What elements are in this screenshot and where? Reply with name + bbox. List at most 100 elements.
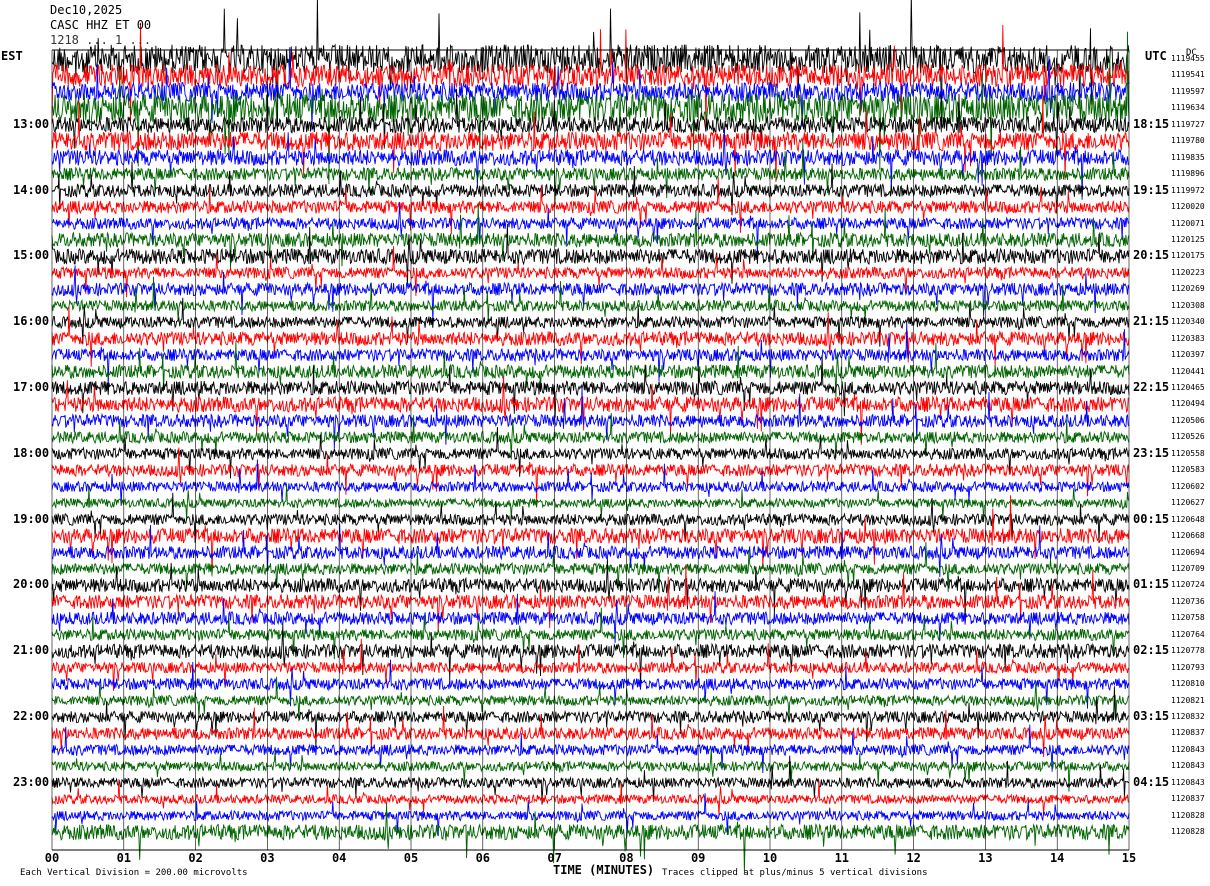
y-tick-left-9: 22:00 [13, 709, 50, 723]
dc-offset-40: 1120832 [1171, 712, 1205, 721]
dc-offset-6: 1119835 [1171, 152, 1205, 162]
trace-row-29 [51, 495, 1130, 577]
x-tick-03: 03 [260, 851, 275, 865]
dc-offset-32: 1120724 [1171, 580, 1205, 590]
dc-offset-41: 1120837 [1171, 728, 1205, 738]
x-tick-01: 01 [116, 851, 132, 865]
y-tick-left-0: 13:00 [13, 116, 50, 131]
dc-offset-21: 1120494 [1171, 399, 1205, 409]
dc-offset-25: 1120583 [1171, 465, 1205, 475]
x-tick-06: 06 [475, 851, 491, 865]
header-date: Dec10,2025 [50, 3, 123, 17]
helicorder-plot [51, 0, 1130, 873]
y-tick-right-9: 03:15 [1133, 709, 1170, 723]
y-tick-right-7: 01:15 [1133, 577, 1170, 592]
dc-offset-34: 1120758 [1171, 613, 1205, 623]
dc-offset-14: 1120269 [1171, 284, 1205, 294]
dc-offset-9: 1120020 [1171, 202, 1205, 212]
y-tick-left-7: 20:00 [13, 577, 50, 592]
x-tick-14: 14 [1049, 851, 1065, 865]
dc-offset-29: 1120668 [1171, 531, 1205, 541]
x-tick-10: 10 [762, 851, 778, 865]
trace-row-40 [51, 686, 1129, 748]
dc-offset-35: 1120764 [1171, 629, 1205, 639]
dc-offset-12: 1120175 [1171, 251, 1205, 261]
y-tick-right-3: 21:15 [1133, 314, 1170, 329]
scale-note: Each Vertical Division = 200.00 microvol… [20, 868, 248, 878]
y-tick-left-6: 19:00 [13, 511, 50, 526]
dc-offset-16: 1120340 [1171, 317, 1205, 327]
x-axis-title: TIME (MINUTES) [553, 863, 655, 877]
dc-offset-17: 1120383 [1171, 333, 1205, 343]
trace-row-18 [51, 322, 1130, 388]
x-tick-05: 05 [403, 851, 419, 865]
dc-offset-10: 1120071 [1171, 218, 1205, 228]
trace-row-22 [51, 386, 1130, 449]
dc-offset-4: 1119727 [1171, 119, 1205, 129]
dc-offset-31: 1120709 [1171, 563, 1205, 573]
x-tick-15: 15 [1121, 851, 1137, 865]
x-tick-04: 04 [331, 851, 347, 865]
dc-offset-26: 1120602 [1171, 481, 1205, 491]
x-tick-12: 12 [906, 851, 921, 865]
dc-offset-24: 1120558 [1171, 448, 1205, 458]
dc-offset-3: 1119634 [1171, 103, 1205, 113]
y-tick-left-8: 21:00 [13, 643, 50, 658]
y-tick-left-10: 23:00 [13, 774, 50, 789]
x-tick-02: 02 [188, 851, 203, 865]
y-tick-left-4: 17:00 [13, 380, 50, 394]
seismic-traces [51, 0, 1130, 873]
trace-row-32 [51, 559, 1130, 623]
dc-offset-38: 1120810 [1171, 679, 1205, 689]
dc-offset-2: 1119597 [1171, 86, 1205, 96]
dc-offset-47: 1120828 [1171, 827, 1205, 837]
x-tick-00: 00 [44, 851, 60, 865]
dc-offset-8: 1119972 [1171, 185, 1205, 195]
dc-offset-7: 1119896 [1171, 169, 1205, 179]
tz-right-label: UTC [1145, 49, 1167, 63]
dc-offset-28: 1120648 [1171, 514, 1205, 524]
dc-offset-0: 1119455 [1171, 54, 1205, 63]
y-tick-left-3: 16:00 [13, 314, 50, 329]
trace-row-15 [51, 276, 1130, 322]
y-tick-left-2: 15:00 [13, 248, 50, 263]
y-tick-right-5: 23:15 [1133, 445, 1170, 460]
y-tick-right-0: 18:15 [1133, 116, 1170, 131]
y-tick-left-1: 14:00 [13, 182, 50, 197]
header-station: CASC HHZ ET 00 [50, 18, 152, 32]
tz-left-label: EST [1, 49, 23, 63]
y-tick-left-5: 18:00 [13, 445, 50, 460]
dc-offset-18: 1120397 [1171, 350, 1205, 360]
y-tick-right-4: 22:15 [1133, 380, 1170, 394]
dc-offset-42: 1120843 [1171, 744, 1205, 754]
header-line3: 1218 ... 1 ... [50, 33, 152, 47]
dc-offset-36: 1120778 [1171, 646, 1205, 656]
dc-offset-20: 1120465 [1171, 383, 1205, 392]
dc-offset-11: 1120125 [1171, 234, 1205, 244]
dc-offset-5: 1119780 [1171, 136, 1205, 146]
x-tick-11: 11 [834, 851, 850, 865]
dc-offset-39: 1120821 [1171, 695, 1205, 705]
trace-row-1 [51, 22, 1130, 131]
dc-offset-45: 1120837 [1171, 794, 1205, 804]
trace-row-17 [51, 305, 1130, 368]
dc-offset-27: 1120627 [1171, 498, 1205, 508]
dc-offset-43: 1120843 [1171, 761, 1205, 771]
y-tick-right-1: 19:15 [1133, 182, 1170, 197]
y-tick-right-8: 02:15 [1133, 643, 1170, 658]
dc-offset-44: 1120843 [1171, 777, 1205, 787]
dc-offset-33: 1120736 [1171, 596, 1205, 606]
y-tick-right-6: 00:15 [1133, 511, 1170, 526]
dc-offset-46: 1120828 [1171, 810, 1205, 820]
y-tick-right-2: 20:15 [1133, 248, 1170, 263]
x-tick-09: 09 [690, 851, 706, 865]
x-tick-13: 13 [978, 851, 993, 865]
y-tick-right-10: 04:15 [1133, 774, 1170, 789]
dc-offset-37: 1120793 [1171, 662, 1205, 672]
dc-offset-19: 1120441 [1171, 366, 1205, 376]
trace-row-25 [51, 447, 1130, 503]
dc-offset-30: 1120694 [1171, 547, 1205, 557]
clip-note: Traces clipped at plus/minus 5 vertical … [662, 868, 928, 878]
dc-offset-1: 1119541 [1171, 70, 1205, 80]
dc-offset-23: 1120526 [1171, 432, 1205, 442]
